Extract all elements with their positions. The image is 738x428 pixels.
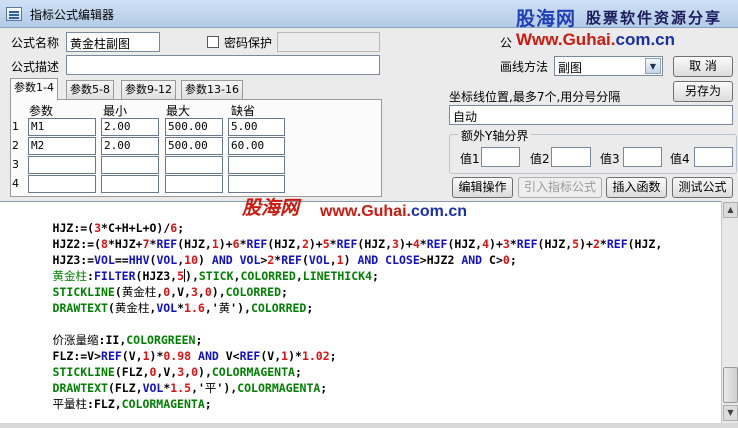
axis-value-label: 值4 xyxy=(670,152,690,166)
import-formula-button[interactable]: 引入指标公式 xyxy=(518,177,602,198)
formula-type-label: 公 xyxy=(500,36,513,50)
code-line-7: 价涨量缩:II,COLORGREEN; xyxy=(52,333,203,347)
axis-value-label: 值3 xyxy=(600,152,620,166)
param-header-max: 最大 xyxy=(166,104,191,118)
watermark-tagline: 股票软件资源分享 xyxy=(586,9,723,27)
watermark-mid-logo: 股海网 xyxy=(242,197,300,219)
code-line-11: 平量柱:FLZ,COLORMAGENTA; xyxy=(52,397,212,411)
axis-value-label: 值1 xyxy=(460,152,480,166)
param-default-field[interactable] xyxy=(228,156,285,174)
param-min-field[interactable]: 2.00 xyxy=(101,137,159,155)
param-header-default: 缺省 xyxy=(231,104,256,118)
code-line-8: FLZ:=V>REF(V,1)*0.98 AND V<REF(V,1)*1.02… xyxy=(52,349,337,363)
edit-operations-button[interactable]: 编辑操作 xyxy=(452,177,513,198)
scrollbar-thumb[interactable] xyxy=(723,367,738,403)
param-row-num: 1 xyxy=(12,120,19,133)
code-line-3: HJZ3:=VOL==HHV(VOL,10) AND VOL>2*REF(VOL… xyxy=(52,253,517,267)
watermark-url-domain: com.cn xyxy=(615,30,676,49)
tab-params-1-4[interactable]: 参数1-4 xyxy=(10,78,58,100)
param-default-field[interactable] xyxy=(228,175,285,193)
code-line-9: STICKLINE(FLZ,0,V,3,0),COLORMAGENTA; xyxy=(52,365,302,379)
formula-editor-icon xyxy=(6,7,22,21)
param-min-field[interactable] xyxy=(101,156,159,174)
code-editor[interactable]: HJZ:=(3*C+H+L+O)/6; HJZ2:=(8*HJZ+7*REF(H… xyxy=(0,201,738,423)
watermark-url-www: Www.Guhai. xyxy=(516,30,616,49)
cancel-button[interactable]: 取 消 xyxy=(673,56,733,77)
code-line-4: 黄金柱:FILTER(HJZ3,5),STICK,COLORRED,LINETH… xyxy=(52,269,379,283)
axis-value-label: 值2 xyxy=(530,152,550,166)
axis-value-input[interactable] xyxy=(623,147,662,167)
param-default-field[interactable]: 5.00 xyxy=(228,118,285,136)
formula-desc-label: 公式描述 xyxy=(11,60,60,74)
code-line-6: DRAWTEXT(黄金柱,VOL*1.6,'黄'),COLORRED; xyxy=(52,301,314,315)
formula-desc-input[interactable] xyxy=(66,55,380,75)
password-input[interactable] xyxy=(277,32,380,52)
formula-name-input[interactable]: 黄金柱副图 xyxy=(66,32,160,52)
param-name-field[interactable]: M2 xyxy=(28,137,96,155)
code-line-10: DRAWTEXT(FLZ,VOL*1.5,'平'),COLORMAGENTA; xyxy=(52,381,328,395)
watermark-mid-url: www.Guhai.com.cn xyxy=(320,203,467,221)
watermark-mid-url-www: www.Guhai. xyxy=(320,203,411,220)
password-protect-checkbox[interactable] xyxy=(207,36,219,48)
scroll-up-icon[interactable]: ▲ xyxy=(723,202,738,218)
tab-params-13-16[interactable]: 参数13-16 xyxy=(181,80,243,100)
axis-value-input[interactable] xyxy=(481,147,520,167)
save-as-button[interactable]: 另存为 xyxy=(673,81,733,102)
tab-params-9-12[interactable]: 参数9-12 xyxy=(121,80,176,100)
param-row-num: 3 xyxy=(12,158,19,171)
insert-function-button[interactable]: 插入函数 xyxy=(606,177,667,198)
draw-method-value: 副图 xyxy=(558,61,583,75)
param-default-field[interactable]: 60.00 xyxy=(228,137,285,155)
draw-method-label: 画线方法 xyxy=(500,60,549,74)
param-name-field[interactable] xyxy=(28,175,96,193)
extra-y-axis-title: 额外Y轴分界 xyxy=(458,127,532,144)
code-line-2: HJZ2:=(8*HJZ+7*REF(HJZ,1)+6*REF(HJZ,2)+5… xyxy=(52,237,663,251)
watermark-url: Www.Guhai.com.cn xyxy=(516,30,675,50)
param-max-field[interactable] xyxy=(165,156,223,174)
formula-name-label: 公式名称 xyxy=(11,36,60,50)
param-name-field[interactable] xyxy=(28,156,96,174)
param-max-field[interactable]: 500.00 xyxy=(165,137,223,155)
extra-y-axis-group: 额外Y轴分界 值1 值2 值3 值4 xyxy=(449,127,737,174)
param-row-num: 4 xyxy=(12,177,19,190)
scroll-down-icon[interactable]: ▼ xyxy=(723,405,738,421)
draw-method-select[interactable]: 副图 ▼ xyxy=(554,56,663,76)
password-protect-label: 密码保护 xyxy=(224,36,273,50)
tab-params-5-8[interactable]: 参数5-8 xyxy=(66,80,114,100)
formula-editor-dialog: 公式名称 黄金柱副图 密码保护 公 公式描述 画线方法 副图 ▼ 取 消 另存为… xyxy=(0,28,738,423)
param-row-num: 2 xyxy=(12,139,19,152)
axis-position-label: 坐标线位置,最多7个,用分号分隔 xyxy=(449,90,621,104)
param-min-field[interactable] xyxy=(101,175,159,193)
watermark-mid-url-domain: com.cn xyxy=(410,203,467,220)
axis-position-input[interactable]: 自动 xyxy=(449,105,733,125)
param-header-name: 参数 xyxy=(29,104,54,118)
param-max-field[interactable]: 500.00 xyxy=(165,118,223,136)
watermark-logo: 股海网 xyxy=(516,8,577,30)
param-name-field[interactable]: M1 xyxy=(28,118,96,136)
param-table: 参数 最小 最大 缺省 1 M1 2.00 500.00 5.00 2 M2 2… xyxy=(10,99,382,197)
code-line-1: HJZ:=(3*C+H+L+O)/6; xyxy=(52,221,185,235)
editor-scrollbar[interactable]: ▲ ▼ xyxy=(721,201,738,423)
axis-value-input[interactable] xyxy=(694,147,733,167)
param-max-field[interactable] xyxy=(165,175,223,193)
test-formula-button[interactable]: 测试公式 xyxy=(672,177,733,198)
param-min-field[interactable]: 2.00 xyxy=(101,118,159,136)
title-bar: 指标公式编辑器 股海网 股票软件资源分享 xyxy=(0,0,738,30)
axis-value-input[interactable] xyxy=(551,147,591,167)
window-title: 指标公式编辑器 xyxy=(30,8,115,22)
chevron-down-icon[interactable]: ▼ xyxy=(645,58,661,74)
param-header-min: 最小 xyxy=(103,104,128,118)
code-line-5: STICKLINE(黄金柱,0,V,3,0),COLORRED; xyxy=(52,285,288,299)
